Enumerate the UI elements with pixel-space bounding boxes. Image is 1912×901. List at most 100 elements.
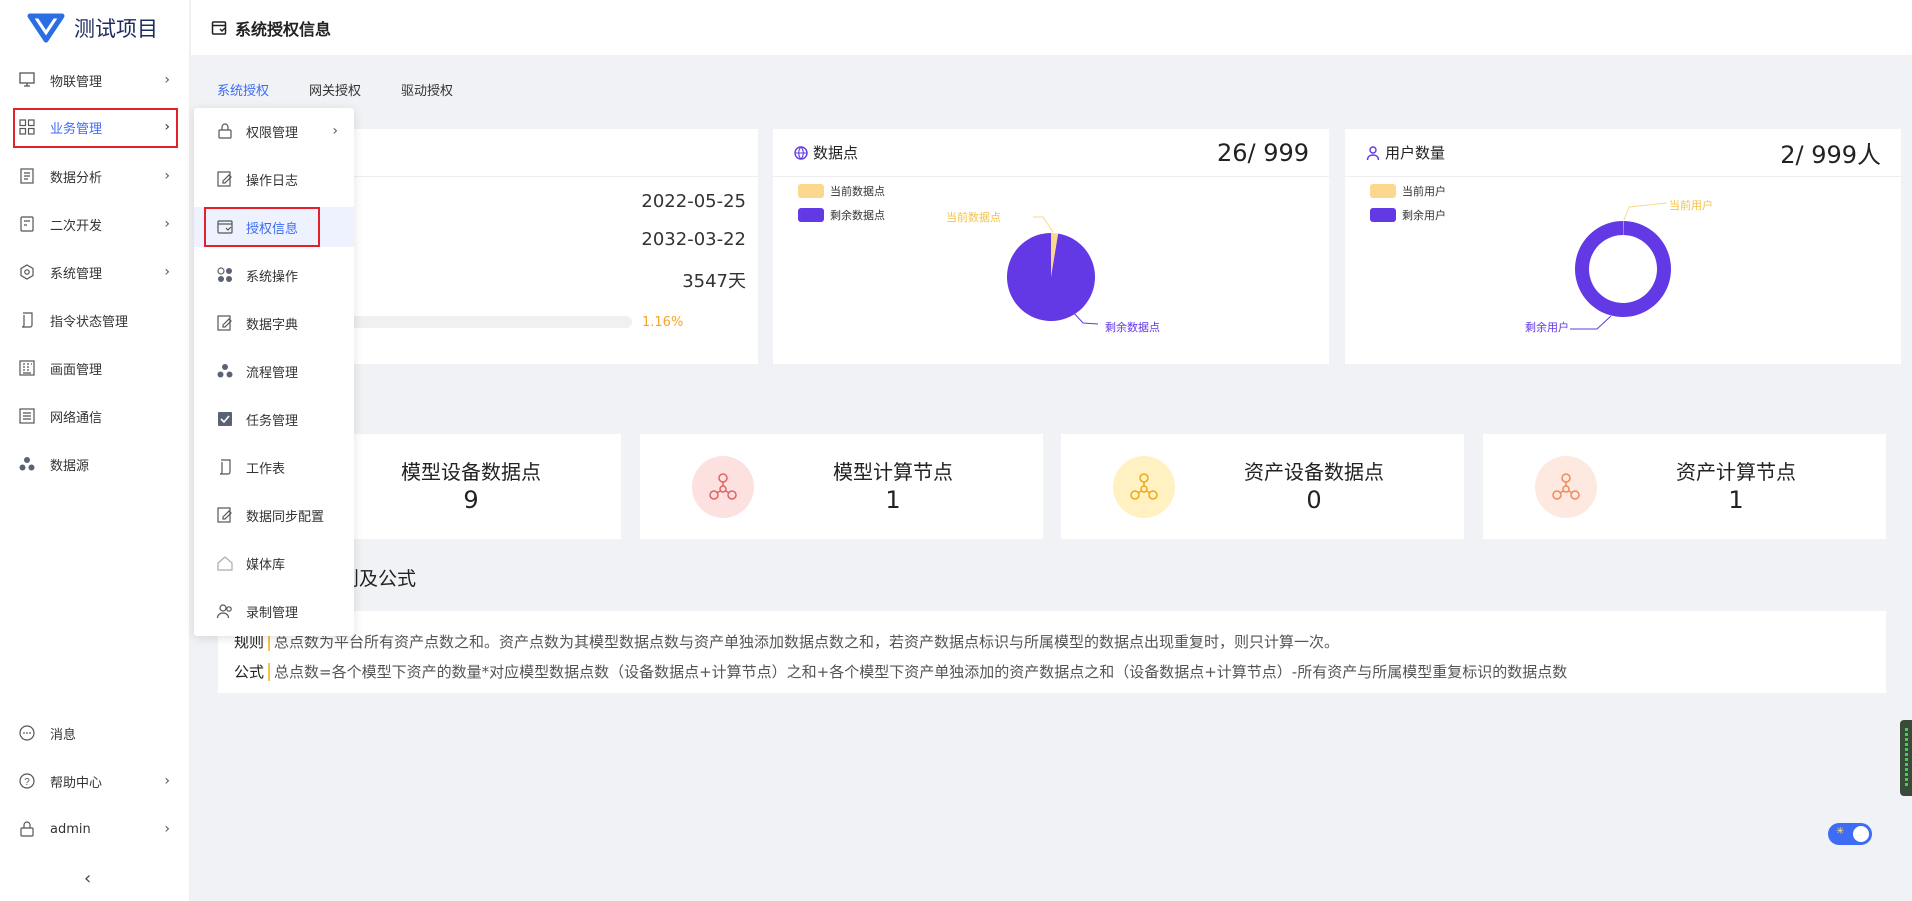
sidebar-item-admin[interactable]: admin › xyxy=(0,809,190,849)
highlight-frame xyxy=(204,207,320,247)
submenu-item-permissions[interactable]: 权限管理 › xyxy=(194,111,354,151)
chevron-right-icon: › xyxy=(164,119,170,135)
globe-icon xyxy=(794,145,808,160)
stat-asset-device-points: 资产设备数据点 0 xyxy=(1061,434,1464,539)
chevron-right-icon: › xyxy=(164,168,170,184)
sidebar-item-datasource[interactable]: 数据源 xyxy=(0,444,190,484)
submenu-item-recording[interactable]: 录制管理 xyxy=(194,591,354,631)
chevron-right-icon: › xyxy=(164,264,170,280)
three-dots-icon xyxy=(216,362,234,380)
sidebar-item-label: 网络通信 xyxy=(50,410,103,426)
sidebar-item-help[interactable]: ? 帮助中心 › xyxy=(0,761,190,801)
donut-label-current: 当前用户 xyxy=(1669,199,1713,212)
chevron-right-icon: › xyxy=(164,72,170,88)
lock-icon xyxy=(216,122,234,140)
sidebar-item-screen[interactable]: 画面管理 xyxy=(0,348,190,388)
submenu-item-label: 系统操作 xyxy=(246,269,299,285)
pie-leader-line xyxy=(1570,315,1612,330)
tab-gateway-license[interactable]: 网关授权 xyxy=(309,80,361,99)
sidebar-item-label: admin xyxy=(50,821,91,837)
four-circles-icon xyxy=(216,266,234,284)
sidebar-item-business[interactable]: 业务管理 › xyxy=(0,107,190,148)
tab-system-license[interactable]: 系统授权 xyxy=(217,80,269,99)
submenu-item-tasks[interactable]: 任务管理 xyxy=(194,399,354,439)
pie-label-current: 当前数据点 xyxy=(946,211,1001,224)
tab-driver-license[interactable]: 驱动授权 xyxy=(401,80,453,99)
sidebar-item-label: 数据分析 xyxy=(50,170,103,186)
submenu-item-media[interactable]: 媒体库 xyxy=(194,543,354,583)
sidebar-item-network[interactable]: 网络通信 xyxy=(0,396,190,436)
stat-label: 资产设备数据点 xyxy=(1244,460,1384,484)
pie-leader-line xyxy=(1623,202,1668,221)
list-lines-icon xyxy=(18,407,36,425)
submenu-item-license-info[interactable]: 授权信息 xyxy=(194,207,354,247)
sidebar-item-analysis[interactable]: 数据分析 › xyxy=(0,156,190,196)
page-title: 系统授权信息 xyxy=(235,19,332,39)
sidebar-item-label: 指令状态管理 xyxy=(50,314,129,330)
house-icon xyxy=(216,554,234,572)
chevron-right-icon: › xyxy=(164,216,170,232)
user-count: 2/ 999人 xyxy=(1780,141,1881,169)
dots-cluster-icon xyxy=(18,455,36,473)
page-header: 系统授权信息 xyxy=(191,0,1912,55)
network-nodes-icon xyxy=(1552,473,1580,500)
edit-doc-icon xyxy=(216,170,234,188)
tab-bar: 系统授权 网关授权 驱动授权 xyxy=(217,80,453,99)
iot-monitor-icon xyxy=(18,71,36,89)
submenu-item-system-ops[interactable]: 系统操作 xyxy=(194,255,354,295)
submenu-item-data-sync[interactable]: 数据同步配置 xyxy=(194,495,354,535)
rule-line: 规则 总点数为平台所有资产点数之和。资产点数为其模型数据点数与资产单独添加数据点数… xyxy=(234,627,1870,657)
stat-value: 0 xyxy=(1306,486,1322,514)
donut-slice-remaining[interactable] xyxy=(1575,221,1671,317)
highlight-frame xyxy=(13,108,178,148)
pie-label-remaining: 剩余数据点 xyxy=(1105,321,1160,334)
submenu-item-label: 权限管理 xyxy=(246,125,299,141)
svg-text:?: ? xyxy=(24,777,30,788)
rules-box: 规则 总点数为平台所有资产点数之和。资产点数为其模型数据点数与资产单独添加数据点数… xyxy=(218,611,1886,693)
chat-bubble-icon xyxy=(18,724,36,742)
end-date: 2032-03-22 xyxy=(641,229,746,250)
sidebar-item-label: 消息 xyxy=(50,727,77,743)
sidebar-item-label: 二次开发 xyxy=(50,218,103,234)
collapse-sidebar-icon[interactable]: ‹ xyxy=(84,868,91,889)
theme-toggle[interactable]: ✳ xyxy=(1828,823,1872,845)
submenu-item-operation-log[interactable]: 操作日志 xyxy=(194,159,354,199)
submenu-item-label: 流程管理 xyxy=(246,365,299,381)
sidebar: 测试项目 物联管理 › 业务管理 › 数据分析 › 二次开发 › 系统管理 › … xyxy=(0,0,190,901)
user-donut-chart xyxy=(1570,202,1671,330)
stat-icon-circle xyxy=(1535,456,1597,518)
sidebar-item-dev[interactable]: 二次开发 › xyxy=(0,204,190,244)
submenu-item-worksheet[interactable]: 工作表 xyxy=(194,447,354,487)
chevron-right-icon: › xyxy=(164,821,170,837)
stat-value: 9 xyxy=(463,486,479,514)
building-icon xyxy=(18,359,36,377)
sidebar-item-label: 数据源 xyxy=(50,458,90,474)
logo-icon xyxy=(27,13,65,43)
app-logo[interactable]: 测试项目 xyxy=(0,0,189,56)
datapoint-card-title: 数据点 xyxy=(813,144,859,162)
pie-leader-line xyxy=(1033,216,1054,233)
sidebar-item-iot[interactable]: 物联管理 › xyxy=(0,60,190,100)
start-date: 2022-05-25 xyxy=(641,191,746,212)
toggle-knob xyxy=(1853,826,1869,842)
submenu-item-label: 工作表 xyxy=(246,461,286,477)
sidebar-item-command-status[interactable]: 指令状态管理 xyxy=(0,300,190,340)
sidebar-item-label: 画面管理 xyxy=(50,362,103,378)
stat-label: 资产计算节点 xyxy=(1676,460,1796,484)
submenu-item-label: 任务管理 xyxy=(246,413,299,429)
side-level-widget[interactable] xyxy=(1900,720,1912,796)
app-name: 测试项目 xyxy=(74,17,158,41)
stat-asset-compute-nodes: 资产计算节点 1 xyxy=(1483,434,1886,539)
submenu-item-process[interactable]: 流程管理 xyxy=(194,351,354,391)
rule-text: 总点数为平台所有资产点数之和。资产点数为其模型数据点数与资产单独添加数据点数之和… xyxy=(274,633,1340,651)
chevron-right-icon: › xyxy=(332,123,338,139)
edit-doc-icon xyxy=(216,314,234,332)
scroll-icon xyxy=(216,458,234,476)
sidebar-item-system[interactable]: 系统管理 › xyxy=(0,252,190,292)
submenu-item-label: 数据字典 xyxy=(246,317,299,333)
submenu-item-data-dictionary[interactable]: 数据字典 xyxy=(194,303,354,343)
sidebar-item-label: 物联管理 xyxy=(50,74,103,90)
check-square-icon xyxy=(216,410,234,428)
sidebar-item-messages[interactable]: 消息 xyxy=(0,713,190,753)
submenu-item-label: 媒体库 xyxy=(246,557,286,573)
